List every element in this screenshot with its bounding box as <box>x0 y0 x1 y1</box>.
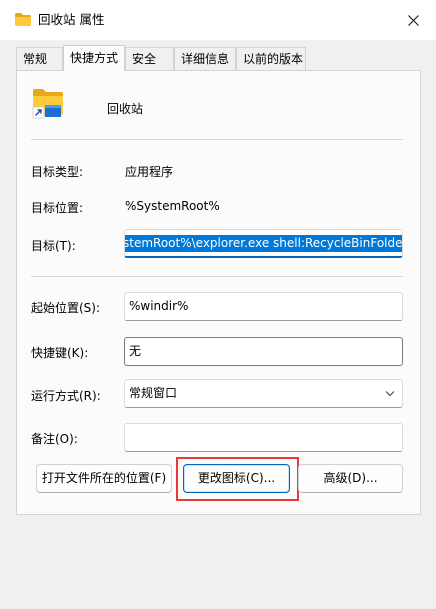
recycle-bin-shortcut-icon <box>32 89 63 119</box>
title-bar: 回收站 属性 <box>0 0 436 40</box>
open-file-location-button[interactable]: 打开文件所在的位置(F) <box>36 464 172 493</box>
tab-general[interactable]: 常规 <box>16 47 63 71</box>
tab-security[interactable]: 安全 <box>125 47 174 71</box>
hotkey-input[interactable]: 无 <box>124 337 403 366</box>
target-label: 目标(T): <box>31 239 76 253</box>
chevron-down-icon <box>385 391 395 397</box>
run-label: 运行方式(R): <box>31 389 101 403</box>
target-type-label: 目标类型: <box>31 165 84 179</box>
divider <box>31 139 403 140</box>
tab-previous-versions[interactable]: 以前的版本 <box>236 47 306 71</box>
hotkey-label: 快捷键(K): <box>31 346 89 360</box>
change-icon-button[interactable]: 更改图标(C)... <box>183 464 290 493</box>
target-selected-text: stemRoot%\explorer.exe shell:RecycleBinF… <box>125 235 402 252</box>
close-icon <box>407 14 419 26</box>
close-button[interactable] <box>390 0 436 40</box>
window-title: 回收站 属性 <box>38 12 105 27</box>
target-input[interactable]: stemRoot%\explorer.exe shell:RecycleBinF… <box>124 229 403 258</box>
comment-input[interactable] <box>124 423 403 452</box>
tab-shortcut[interactable]: 快捷方式 <box>63 45 125 71</box>
start-in-label: 起始位置(S): <box>31 301 101 315</box>
advanced-button[interactable]: 高级(D)... <box>298 464 403 493</box>
comment-label: 备注(O): <box>31 432 78 446</box>
target-type-value: 应用程序 <box>125 165 174 179</box>
folder-icon <box>15 13 31 26</box>
start-in-input[interactable]: %windir% <box>124 292 403 321</box>
tab-details[interactable]: 详细信息 <box>174 47 236 71</box>
target-location-label: 目标位置: <box>31 201 84 215</box>
divider <box>31 276 403 277</box>
run-dropdown[interactable]: 常规窗口 <box>124 379 403 408</box>
shortcut-name: 回收站 <box>107 102 144 116</box>
target-location-value: %SystemRoot% <box>125 199 220 213</box>
